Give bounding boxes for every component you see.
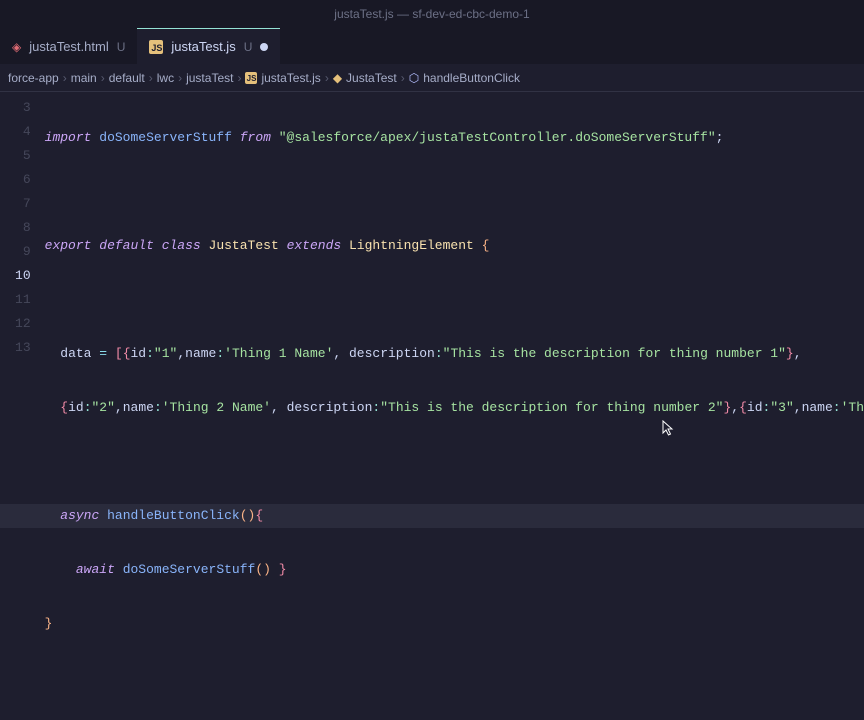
line-gutter: 3 4 5 6 7 8 9 10 11 12 13	[0, 92, 45, 714]
code-line[interactable]	[45, 288, 864, 312]
chevron-right-icon: ›	[178, 71, 182, 85]
line-number: 6	[0, 168, 31, 192]
breadcrumb-class[interactable]: JustaTest	[346, 71, 397, 85]
html-icon: ◈	[12, 40, 21, 54]
line-number: 8	[0, 216, 31, 240]
tab-bar: ◈ justaTest.html U JS justaTest.js U	[0, 28, 864, 64]
tab-modified-badge: U	[117, 40, 126, 54]
line-number: 4	[0, 120, 31, 144]
code-line[interactable]	[45, 450, 864, 474]
chevron-right-icon: ›	[325, 71, 329, 85]
code-editor[interactable]: 3 4 5 6 7 8 9 10 11 12 13 import doSomeS…	[0, 92, 864, 714]
tab-modified-badge: U	[244, 40, 253, 54]
tab-label: justaTest.js	[171, 39, 235, 54]
chevron-right-icon: ›	[401, 71, 405, 85]
line-number: 13	[0, 336, 31, 360]
js-icon: JS	[149, 40, 163, 54]
chevron-right-icon: ›	[149, 71, 153, 85]
line-number: 11	[0, 288, 31, 312]
breadcrumb-segment[interactable]: force-app	[8, 71, 59, 85]
breadcrumb-segment[interactable]: main	[71, 71, 97, 85]
line-number: 12	[0, 312, 31, 336]
breadcrumb-segment[interactable]: lwc	[157, 71, 174, 85]
chevron-right-icon: ›	[63, 71, 67, 85]
method-symbol-icon: ⬡	[409, 71, 419, 85]
breadcrumb-method[interactable]: handleButtonClick	[423, 71, 520, 85]
unsaved-dot-icon	[260, 43, 268, 51]
code-line[interactable]: {id:"2",name:'Thing 2 Name', description…	[45, 396, 864, 420]
class-symbol-icon: ◆	[333, 71, 342, 85]
tab-label: justaTest.html	[29, 39, 108, 54]
code-line[interactable]: await doSomeServerStuff() }	[45, 558, 864, 582]
code-line[interactable]: data = [{id:"1",name:'Thing 1 Name', des…	[45, 342, 864, 366]
line-number: 7	[0, 192, 31, 216]
chevron-right-icon: ›	[237, 71, 241, 85]
code-line[interactable]: export default class JustaTest extends L…	[45, 234, 864, 258]
code-line[interactable]	[45, 666, 864, 690]
js-icon: JS	[245, 72, 257, 84]
code-line[interactable]: import doSomeServerStuff from "@salesfor…	[45, 126, 864, 150]
tab-justatest-html[interactable]: ◈ justaTest.html U	[0, 28, 137, 64]
breadcrumb-segment[interactable]: default	[109, 71, 145, 85]
line-number: 9	[0, 240, 31, 264]
chevron-right-icon: ›	[101, 71, 105, 85]
breadcrumb-segment[interactable]: justaTest	[186, 71, 233, 85]
code-line[interactable]: }	[45, 612, 864, 636]
breadcrumb[interactable]: force-app › main › default › lwc › justa…	[0, 64, 864, 92]
code-area[interactable]: import doSomeServerStuff from "@salesfor…	[45, 92, 864, 714]
line-number: 3	[0, 96, 31, 120]
code-line[interactable]: async handleButtonClick(){	[45, 504, 864, 528]
line-number: 10	[0, 264, 31, 288]
window-title: justaTest.js — sf-dev-ed-cbc-demo-1	[0, 0, 864, 28]
code-line[interactable]	[45, 180, 864, 204]
breadcrumb-file[interactable]: justaTest.js	[261, 71, 320, 85]
tab-justatest-js[interactable]: JS justaTest.js U	[137, 28, 280, 64]
line-number: 5	[0, 144, 31, 168]
